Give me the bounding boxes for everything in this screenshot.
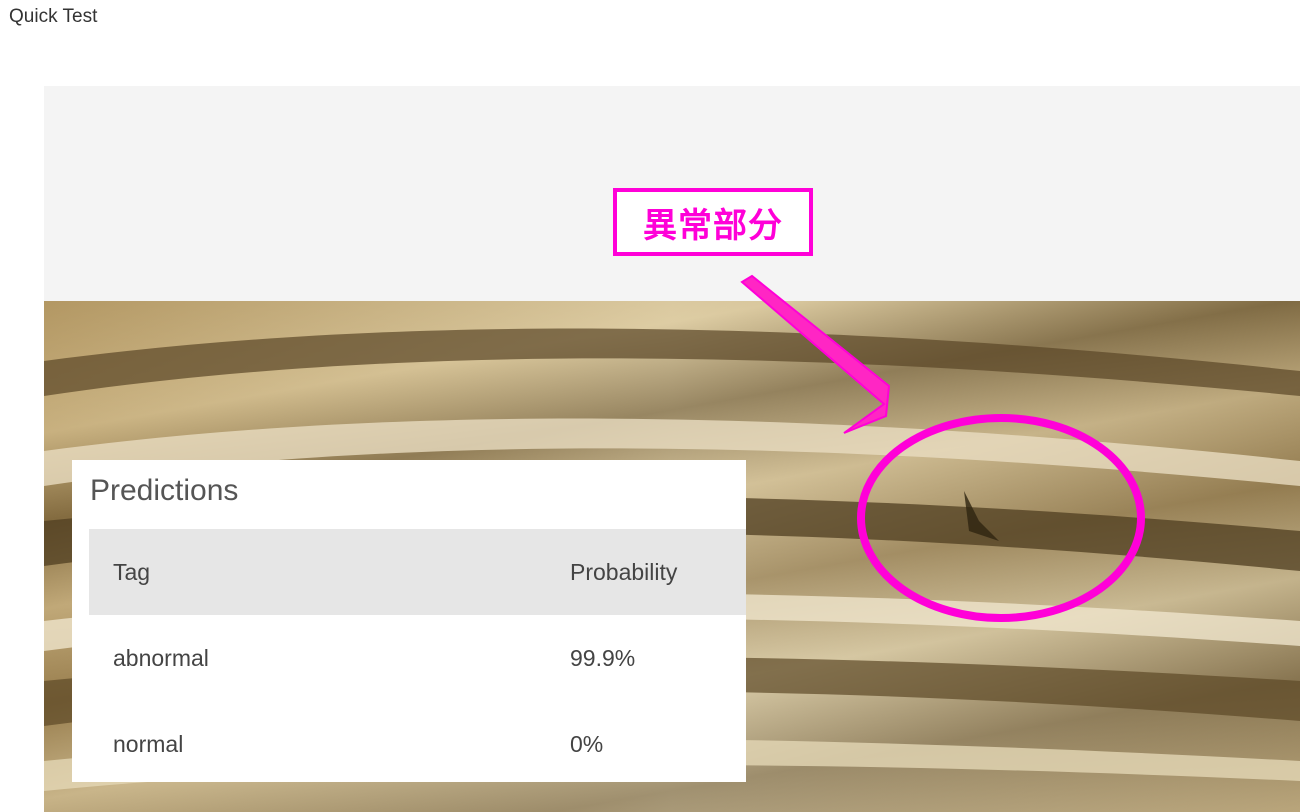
probability-cell: 0% [570, 730, 604, 757]
probability-cell: 99.9% [570, 644, 636, 671]
predictions-header-row: Tag Probability [89, 529, 746, 615]
column-header-tag: Tag [113, 558, 151, 585]
anomaly-callout: 異常部分 [613, 188, 813, 256]
predictions-title: Predictions [90, 474, 239, 507]
image-preview-panel: 異常部分 Predictions Tag Probability abnorma… [44, 86, 1300, 812]
table-row: abnormal 99.9% [89, 615, 746, 701]
tag-cell: normal [113, 730, 184, 757]
table-row: normal 0% [89, 701, 746, 787]
tag-cell: abnormal [113, 644, 209, 671]
column-header-probability: Probability [570, 558, 678, 585]
page-title: Quick Test [9, 6, 98, 27]
predictions-panel: Predictions Tag Probability abnormal 99.… [72, 460, 746, 782]
